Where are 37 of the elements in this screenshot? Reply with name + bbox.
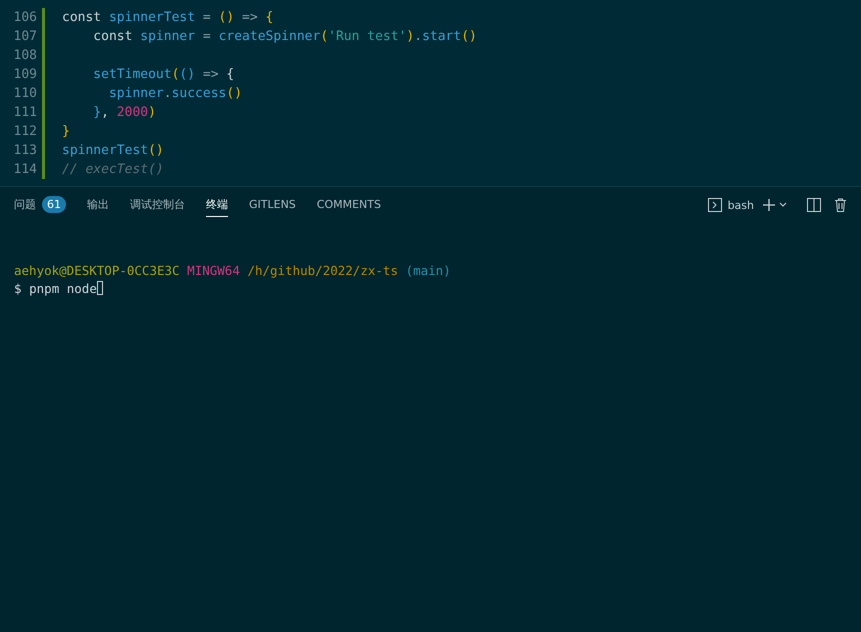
code-line: const spinnerTest = () => { xyxy=(62,10,274,25)
panel-tab[interactable]: GITLENS xyxy=(249,193,296,217)
code-line: spinnerTest() xyxy=(62,143,164,158)
text-cursor xyxy=(97,281,104,295)
panel-tab[interactable]: COMMENTS xyxy=(316,193,381,217)
panel-tab[interactable]: 终端 xyxy=(206,193,228,217)
code-line: } xyxy=(62,124,70,139)
terminal-command: $ xyxy=(14,280,22,296)
line-number: 110 xyxy=(12,86,37,101)
code-line: spinner.success() xyxy=(108,86,242,101)
line-number: 107 xyxy=(12,29,37,44)
line-number: 106 xyxy=(12,10,37,25)
panel-tab[interactable]: 调试控制台 xyxy=(130,193,185,217)
code-line: setTimeout(() => { xyxy=(92,67,234,82)
split-icon[interactable] xyxy=(807,198,821,212)
line-number: 113 xyxy=(12,143,37,158)
code-line: const spinner = createSpinner('Run test').start() xyxy=(92,29,477,44)
terminal-selector[interactable]: bash xyxy=(708,198,754,212)
terminal-prompt: aehyok@DESKTOP-0CC3E3C xyxy=(14,262,180,278)
chevron-down-icon[interactable] xyxy=(779,202,787,208)
trash-icon[interactable] xyxy=(834,198,847,212)
line-number: 114 xyxy=(12,162,37,177)
terminal-command: pnpm node xyxy=(29,280,97,296)
line-number: 112 xyxy=(12,124,37,139)
code-line: }, 2000) xyxy=(92,105,156,120)
terminal-prompt: MINGW64 xyxy=(187,262,240,278)
terminal-prompt: /h/github/2022/zx-ts xyxy=(247,262,398,278)
line-number: 109 xyxy=(12,67,37,82)
terminal-prompt: (main) xyxy=(406,262,451,278)
line-number: 108 xyxy=(12,48,37,63)
plus-icon[interactable] xyxy=(762,198,776,212)
panel-tab[interactable]: 问题 61 xyxy=(14,193,66,217)
line-number: 111 xyxy=(12,105,37,120)
panel-tab[interactable]: 输出 xyxy=(87,193,109,217)
code-line: // execTest() xyxy=(62,162,164,177)
terminal-icon xyxy=(708,198,722,212)
count-badge: 61 xyxy=(42,196,66,213)
